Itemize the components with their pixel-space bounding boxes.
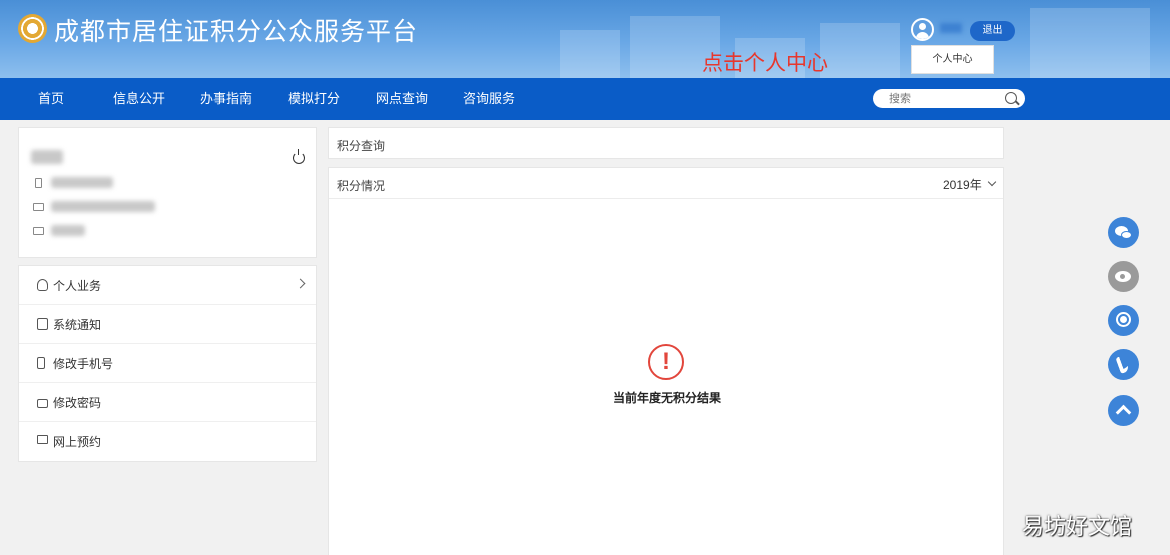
chevron-down-icon[interactable] (987, 177, 997, 187)
banner-decoration (820, 23, 900, 78)
main-nav: 首页 信息公开 办事指南 模拟打分 网点查询 咨询服务 (0, 78, 1170, 120)
search-icon[interactable] (1005, 92, 1017, 104)
header-banner: 成都市居住证积分公众服务平台 退出 (0, 0, 1170, 78)
id-card-icon (33, 203, 44, 211)
watermark-text: 易坊好文馆 (1022, 515, 1133, 540)
back-to-top-button[interactable] (1108, 395, 1139, 426)
profile-card-number (51, 225, 85, 236)
nav-item-consult[interactable]: 咨询服务 (463, 78, 515, 120)
nav-item-info[interactable]: 信息公开 (113, 78, 165, 120)
weibo-icon-eye (1120, 274, 1125, 279)
chevron-right-icon (295, 278, 306, 289)
logout-button[interactable]: 退出 (970, 21, 1015, 41)
panel-header: 积分情况 2019年 (329, 168, 1003, 199)
profile-card (18, 127, 317, 258)
power-icon[interactable] (293, 149, 305, 164)
back-to-top-icon (1115, 404, 1132, 421)
profile-id-number (51, 201, 155, 212)
user-name[interactable] (940, 23, 962, 33)
panel-title: 积分情况 (337, 179, 386, 193)
phone-call-button[interactable] (1108, 349, 1139, 380)
laptop-icon (37, 435, 48, 444)
sidebar-item-online-booking[interactable]: 网上预约 (19, 422, 316, 461)
card-icon (33, 227, 44, 235)
points-query-panel: 积分查询 (328, 127, 1004, 159)
phone-icon (37, 357, 45, 369)
sidebar-item-change-phone[interactable]: 修改手机号 (19, 344, 316, 383)
nav-item-locations[interactable]: 网点查询 (376, 78, 428, 120)
sidebar-item-change-password[interactable]: 修改密码 (19, 383, 316, 422)
profile-name (31, 150, 63, 164)
points-detail-panel: 积分情况 2019年 ! 当前年度无积分结果 (328, 167, 1004, 555)
sidebar-item-label: 修改密码 (53, 396, 102, 410)
annotation-text: 点击个人中心 (702, 52, 828, 75)
profile-phone (51, 177, 113, 188)
nav-item-guide[interactable]: 办事指南 (200, 78, 252, 120)
banner-decoration (1030, 8, 1150, 78)
sidebar-item-label: 修改手机号 (53, 357, 114, 371)
sidebar-item-label: 个人业务 (53, 279, 102, 293)
phone-call-icon (1115, 354, 1130, 375)
user-icon (37, 279, 48, 291)
year-select[interactable]: 2019年 (943, 176, 982, 193)
speaker-icon (37, 318, 48, 330)
site-logo[interactable] (18, 14, 47, 43)
dropdown-personal-center[interactable]: 个人中心 (911, 45, 994, 74)
customer-service-button[interactable] (1108, 305, 1139, 336)
sidebar-item-label: 系统通知 (53, 318, 102, 332)
search-input[interactable] (889, 91, 999, 106)
sidebar-item-label: 网上预约 (53, 435, 102, 449)
panel-title: 积分查询 (337, 139, 386, 153)
search-box (873, 89, 1025, 108)
lock-icon (37, 399, 48, 408)
sidebar-item-notifications[interactable]: 系统通知 (19, 305, 316, 344)
banner-decoration (560, 30, 620, 78)
sidebar-menu: 个人业务 系统通知 修改手机号 修改密码 网上预约 (18, 265, 317, 462)
wechat-button[interactable] (1108, 217, 1139, 248)
user-avatar-icon[interactable] (911, 18, 934, 41)
nav-item-home[interactable]: 首页 (38, 78, 64, 120)
phone-icon (35, 178, 42, 188)
nav-item-simulate[interactable]: 模拟打分 (288, 78, 340, 120)
empty-state-message: 当前年度无积分结果 (612, 391, 721, 405)
wechat-icon-bubble (1121, 231, 1132, 239)
weibo-button[interactable] (1108, 261, 1139, 292)
customer-service-icon-head (1120, 316, 1127, 323)
sidebar-item-personal-business[interactable]: 个人业务 (19, 266, 316, 305)
alert-icon: ! (648, 344, 684, 380)
site-title[interactable]: 成都市居住证积分公众服务平台 (54, 12, 418, 48)
